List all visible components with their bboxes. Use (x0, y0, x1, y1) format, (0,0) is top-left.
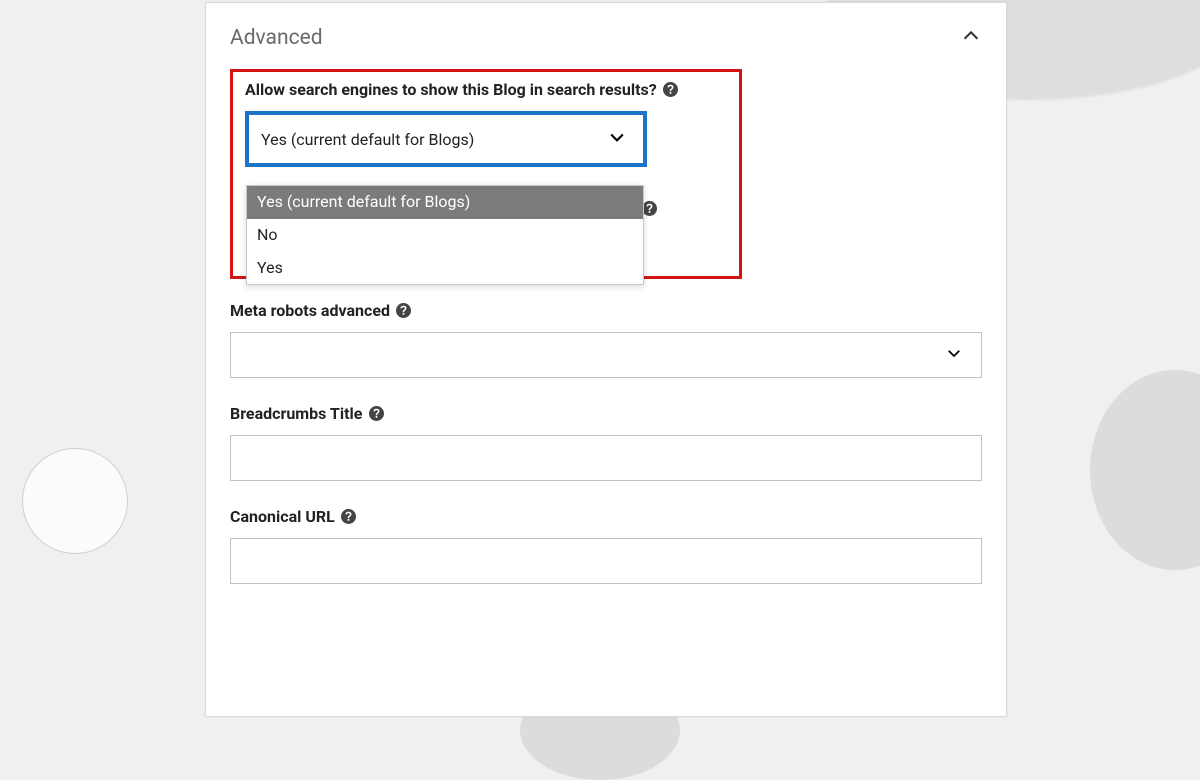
allow-search-engines-dropdown: Yes (current default for Blogs) No Yes (246, 185, 644, 285)
section-title: Advanced (230, 26, 323, 50)
meta-robots-label: Meta robots advanced (230, 301, 982, 320)
canonical-url-field: Canonical URL (230, 507, 982, 584)
highlight-annotation: Allow search engines to show this Blog i… (230, 69, 742, 279)
breadcrumbs-title-label: Breadcrumbs Title (230, 404, 982, 423)
breadcrumbs-title-field: Breadcrumbs Title (230, 404, 982, 481)
advanced-panel: Advanced Allow search engines to show th… (205, 2, 1007, 717)
canonical-url-input[interactable] (230, 538, 982, 584)
section-body: Allow search engines to show this Blog i… (206, 69, 1006, 634)
label-text: Breadcrumbs Title (230, 404, 362, 423)
breadcrumbs-title-input[interactable] (230, 435, 982, 481)
meta-robots-field: Meta robots advanced (230, 301, 982, 378)
chevron-down-icon (945, 344, 963, 366)
label-text: Canonical URL (230, 507, 335, 526)
canonical-url-label: Canonical URL (230, 507, 982, 526)
decorative-ring (22, 448, 128, 554)
dropdown-option-default-yes[interactable]: Yes (current default for Blogs) (247, 186, 643, 219)
section-header[interactable]: Advanced (206, 3, 1006, 69)
select-value: Yes (current default for Blogs) (261, 130, 474, 149)
decorative-blob (1090, 370, 1200, 570)
label-text: Allow search engines to show this Blog i… (245, 80, 657, 99)
help-icon[interactable] (341, 509, 357, 525)
allow-search-engines-label: Allow search engines to show this Blog i… (245, 80, 727, 99)
meta-robots-select[interactable] (230, 332, 982, 378)
help-icon[interactable] (368, 406, 384, 422)
label-text: Meta robots advanced (230, 301, 390, 320)
dropdown-option-no[interactable]: No (247, 219, 643, 252)
chevron-up-icon[interactable] (960, 25, 982, 51)
allow-search-engines-select[interactable]: Yes (current default for Blogs) Yes (cur… (245, 111, 647, 167)
dropdown-option-yes[interactable]: Yes (247, 252, 643, 285)
help-icon[interactable] (663, 82, 679, 98)
help-icon[interactable] (396, 303, 412, 319)
chevron-down-icon (607, 127, 627, 151)
